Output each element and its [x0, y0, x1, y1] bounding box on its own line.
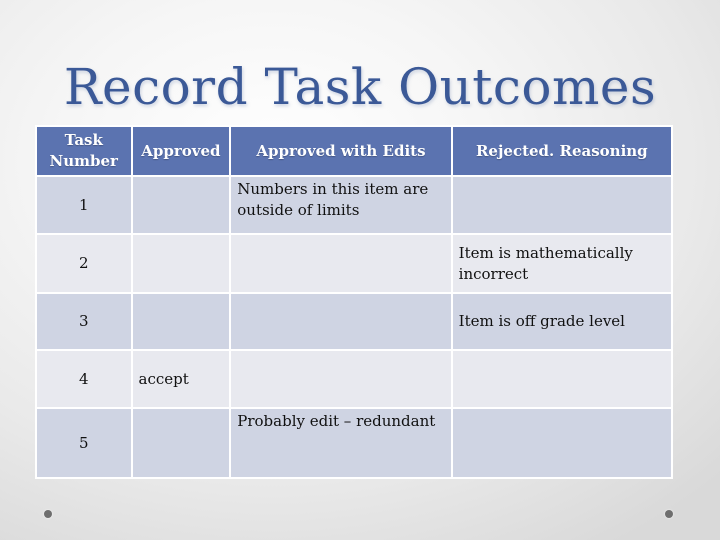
cell-task-number: 2: [35, 233, 133, 294]
task-outcomes-table: Task Number Approved Approved with Edits…: [35, 125, 674, 479]
header-approved: Approved: [130, 125, 232, 177]
cell-approved: [130, 292, 232, 351]
cell-approved-with-edits: [229, 349, 453, 409]
cell-approved-with-edits: Probably edit – redundant: [229, 407, 453, 479]
cell-task-number: 5: [35, 407, 133, 479]
table-row: 4 accept: [35, 349, 674, 409]
bullet-dot-right-icon: [665, 510, 673, 518]
cell-rejected-reasoning: [450, 175, 674, 235]
cell-approved-with-edits: Numbers in this item are outside of limi…: [229, 175, 453, 235]
table-row: 1 Numbers in this item are outside of li…: [35, 175, 674, 235]
table-row: 5 Probably edit – redundant: [35, 407, 674, 479]
header-row: Task Number Approved Approved with Edits…: [35, 125, 674, 177]
cell-task-number: 4: [35, 349, 133, 409]
table-row: 3 Item is off grade level: [35, 292, 674, 351]
table-row: 2 Item is mathematically incorrect: [35, 233, 674, 294]
cell-approved-with-edits: [229, 292, 453, 351]
bullet-dot-left-icon: [44, 510, 52, 518]
cell-rejected-reasoning: Item is off grade level: [450, 292, 674, 351]
cell-rejected-reasoning: [450, 349, 674, 409]
slide-title: Record Task Outcomes: [63, 58, 657, 116]
cell-approved: [130, 175, 232, 235]
header-approved-with-edits: Approved with Edits: [229, 125, 453, 177]
cell-approved: [130, 407, 232, 479]
cell-approved: [130, 233, 232, 294]
header-rejected-reasoning: Rejected. Reasoning: [450, 125, 674, 177]
cell-approved-with-edits: [229, 233, 453, 294]
cell-rejected-reasoning: [450, 407, 674, 479]
cell-approved: accept: [130, 349, 232, 409]
cell-task-number: 3: [35, 292, 133, 351]
header-task-number: Task Number: [35, 125, 133, 177]
cell-task-number: 1: [35, 175, 133, 235]
cell-rejected-reasoning: Item is mathematically incorrect: [450, 233, 674, 294]
